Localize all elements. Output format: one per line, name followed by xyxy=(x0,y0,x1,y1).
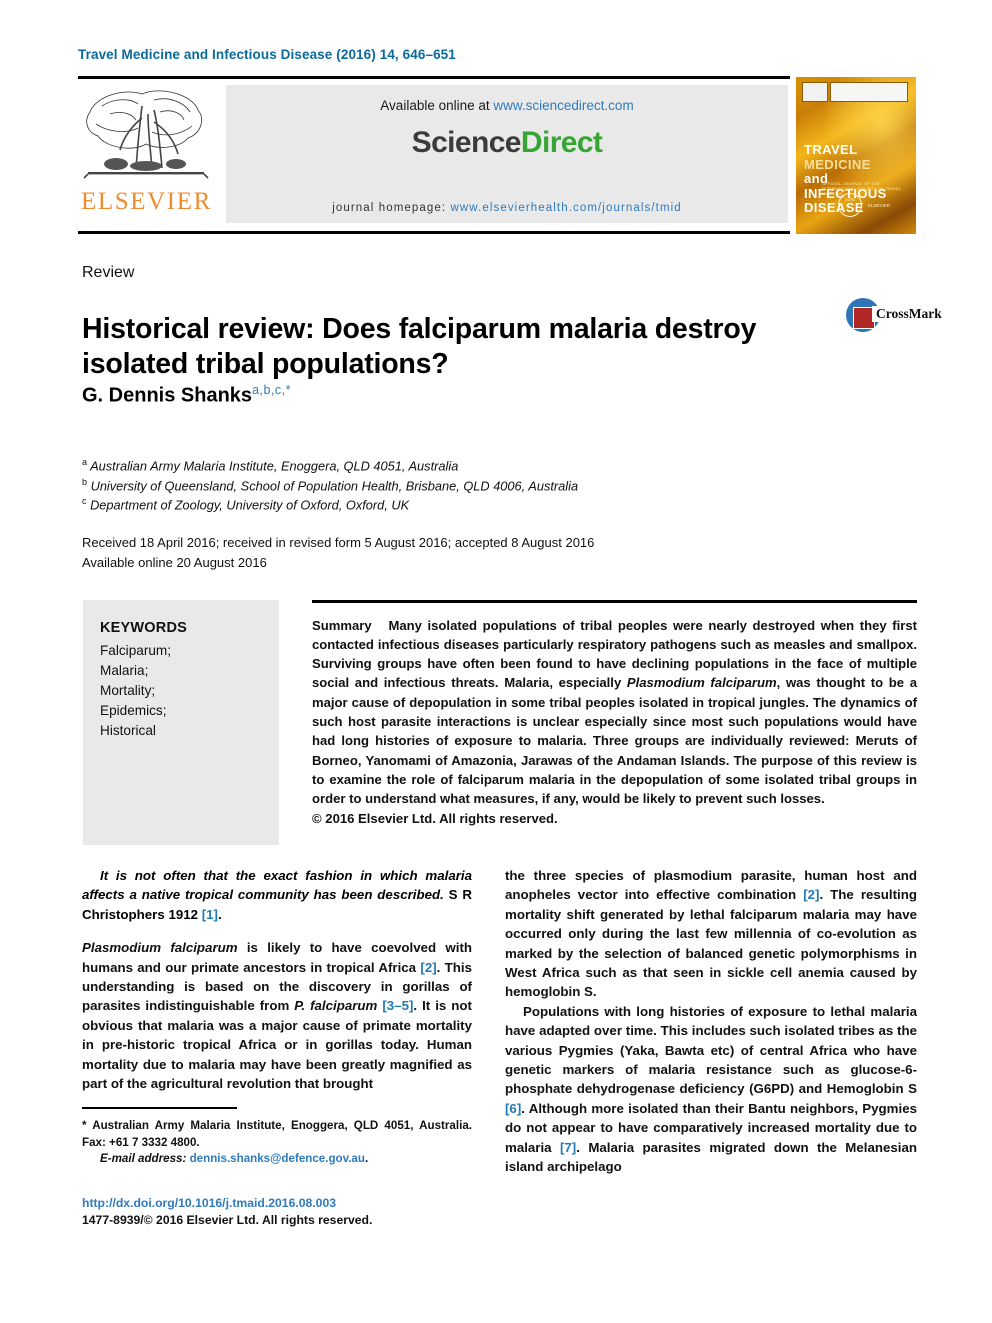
email-label: E-mail address: xyxy=(100,1152,190,1166)
elsevier-wordmark: ELSEVIER xyxy=(81,188,212,215)
body-text: . The resulting mortality shift generate… xyxy=(505,887,917,1000)
journal-cover-image: TRAVEL MEDICINE and INFECTIOUS DISEASE O… xyxy=(796,77,916,234)
citation-ref[interactable]: [6] xyxy=(505,1101,521,1116)
paper-page: Travel Medicine and Infectious Disease (… xyxy=(0,0,992,1323)
masthead-bottom-rule xyxy=(78,231,790,234)
email-address-link[interactable]: dennis.shanks@defence.gov.au xyxy=(190,1152,365,1165)
abstract-section: Summary Many isolated populations of tri… xyxy=(312,600,917,828)
author-list: G. Dennis Shanksa,b,c,* xyxy=(82,383,291,408)
abstract-text: Summary Many isolated populations of tri… xyxy=(312,616,917,828)
epigraph-reference[interactable]: [1] xyxy=(202,907,218,922)
keyword-item: Malaria; xyxy=(100,662,149,678)
affiliation-item: b University of Queensland, School of Po… xyxy=(82,476,782,496)
sciencedirect-logo-direct: Direct xyxy=(520,126,603,159)
elsevier-tree-icon xyxy=(83,90,209,179)
cover-top-badges xyxy=(802,82,910,102)
elsevier-logo: ELSEVIER xyxy=(80,84,224,230)
doi-link[interactable]: http://dx.doi.org/10.1016/j.tmaid.2016.0… xyxy=(82,1195,482,1212)
abstract-species-name: Plasmodium falciparum xyxy=(626,675,777,691)
abstract-part2: , was thought to be a major cause of dep… xyxy=(312,675,918,807)
available-online-line: Available online at www.sciencedirect.co… xyxy=(226,98,788,113)
article-history: Received 18 April 2016; received in revi… xyxy=(82,533,782,572)
masthead: ELSEVIER Available online at www.science… xyxy=(78,76,916,234)
affiliation-mark: a xyxy=(82,457,88,467)
journal-homepage-line: journal homepage: www.elsevierhealth.com… xyxy=(226,202,788,214)
crossmark-label: CrossMark xyxy=(872,306,942,322)
footnote-separator-rule xyxy=(82,1107,237,1109)
page-title: Historical review: Does falciparum malar… xyxy=(82,313,757,380)
cover-title-line1: TRAVEL xyxy=(804,142,858,157)
masthead-top-rule xyxy=(78,76,790,79)
journal-homepage-url[interactable]: www.elsevierhealth.com/journals/tmid xyxy=(450,202,681,214)
epigraph-period: . xyxy=(217,906,222,922)
affiliation-text: University of Queensland, School of Popu… xyxy=(90,477,579,493)
affiliation-text: Australian Army Malaria Institute, Enogg… xyxy=(90,458,459,474)
affiliations-list: a Australian Army Malaria Institute, Eno… xyxy=(82,456,782,515)
body-paragraph: Plasmodium falciparum is likely to have … xyxy=(82,938,472,1093)
cover-publisher: ELSEVIER xyxy=(868,203,891,208)
cover-journal-banner xyxy=(830,82,908,102)
species-name-italic: P. falciparum xyxy=(294,998,378,1014)
keywords-box: KEYWORDS Falciparum; Malaria; Mortality;… xyxy=(83,600,279,845)
keywords-list: Falciparum; Malaria; Mortality; Epidemic… xyxy=(100,641,171,741)
body-paragraph: the three species of plasmodium parasite… xyxy=(505,866,917,1002)
available-online-date: Available online 20 August 2016 xyxy=(82,554,267,570)
available-online-text: Available online at xyxy=(380,98,494,113)
sciencedirect-banner: Available online at www.sciencedirect.co… xyxy=(226,85,788,223)
received-line: Received 18 April 2016; received in revi… xyxy=(82,535,595,550)
corresponding-author-note: * Australian Army Malaria Institute, Eno… xyxy=(82,1119,472,1149)
cover-subtitle: OFFICIAL JOURNAL OF THE INTERNATIONAL SO… xyxy=(822,181,902,196)
email-note: E-mail address: dennis.shanks@defence.go… xyxy=(82,1151,472,1168)
issn-copyright-line: 1477-8939/© 2016 Elsevier Ltd. All right… xyxy=(82,1213,373,1228)
body-text: Populations with long histories of expos… xyxy=(505,1003,917,1097)
keywords-heading: KEYWORDS xyxy=(100,620,187,636)
citation-ref[interactable]: [7] xyxy=(560,1140,576,1155)
keyword-item: Historical xyxy=(100,722,156,738)
keyword-item: Mortality; xyxy=(100,682,156,698)
abstract-top-rule xyxy=(312,600,917,603)
epigraph-text: It is not often that the exact fashion i… xyxy=(82,868,472,903)
affiliation-item: c Department of Zoology, University of O… xyxy=(82,495,782,515)
keyword-item: Falciparum; xyxy=(100,643,172,658)
abstract-label: Summary xyxy=(312,617,372,633)
sciencedirect-url[interactable]: www.sciencedirect.com xyxy=(493,98,633,113)
email-period: . xyxy=(364,1152,369,1166)
keyword-item: Epidemics; xyxy=(100,702,167,718)
cover-title-line1b: MEDICINE xyxy=(804,156,871,172)
cover-society-badge xyxy=(802,82,828,102)
author-name: G. Dennis Shanks xyxy=(82,384,253,407)
doi-block: http://dx.doi.org/10.1016/j.tmaid.2016.0… xyxy=(82,1195,482,1230)
affiliation-item: a Australian Army Malaria Institute, Eno… xyxy=(82,456,782,476)
sciencedirect-logo: ScienceDirect xyxy=(226,126,788,160)
affiliation-mark: c xyxy=(82,496,87,507)
affiliation-text: Department of Zoology, University of Oxf… xyxy=(90,497,410,513)
body-paragraph: Populations with long histories of expos… xyxy=(505,1002,917,1177)
citation-ref[interactable]: [3–5] xyxy=(382,998,413,1013)
epigraph-quote: It is not often that the exact fashion i… xyxy=(82,866,472,924)
affiliation-mark: b xyxy=(82,476,88,487)
cover-society-seal: ISTM xyxy=(838,193,862,217)
article-type-label: Review xyxy=(82,264,135,281)
author-affiliation-marks: a,b,c,* xyxy=(252,383,291,397)
journal-homepage-label: journal homepage: xyxy=(332,202,451,214)
crossmark-badge[interactable]: CrossMark xyxy=(846,296,942,336)
citation-ref[interactable]: [2] xyxy=(803,887,819,902)
body-column-left: It is not often that the exact fashion i… xyxy=(82,866,472,1093)
abstract-copyright: © 2016 Elsevier Ltd. All rights reserved… xyxy=(312,810,558,826)
species-name-italic: Plasmodium falciparum xyxy=(82,940,238,956)
citation-ref[interactable]: [2] xyxy=(420,960,436,975)
journal-running-head: Travel Medicine and Infectious Disease (… xyxy=(78,47,456,62)
sciencedirect-logo-science: Science xyxy=(411,126,522,159)
footnote-block: * Australian Army Malaria Institute, Eno… xyxy=(82,1118,472,1168)
body-column-right: the three species of plasmodium parasite… xyxy=(505,866,917,1177)
